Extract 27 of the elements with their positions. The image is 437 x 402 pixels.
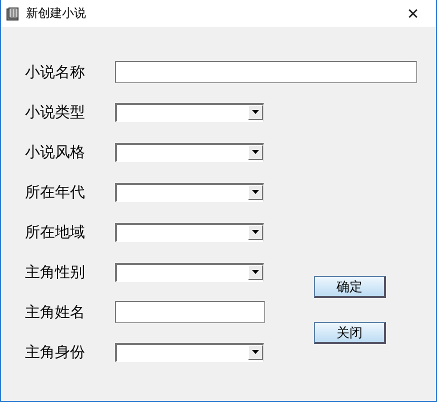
- window-title: 新创建小说: [26, 5, 87, 22]
- close-dialog-button[interactable]: 关闭: [314, 322, 386, 344]
- dropdown[interactable]: [115, 342, 264, 362]
- ok-button[interactable]: 确定: [314, 276, 386, 298]
- caret-icon: [252, 190, 259, 194]
- field-label: 主角姓名: [25, 302, 86, 322]
- field-label: 所在地域: [25, 222, 86, 242]
- caret-icon: [252, 110, 259, 114]
- book-icon: [6, 6, 20, 20]
- text-field[interactable]: [115, 301, 265, 323]
- dropdown[interactable]: [115, 102, 264, 122]
- field-label: 小说风格: [25, 142, 86, 162]
- caret-icon: [252, 150, 259, 154]
- dropdown[interactable]: [115, 182, 264, 202]
- dropdown[interactable]: [115, 262, 264, 282]
- field-label: 小说名称: [25, 62, 86, 82]
- field-label: 所在年代: [25, 182, 86, 202]
- caret-icon: [252, 350, 259, 354]
- caret-icon: [252, 230, 259, 234]
- dropdown[interactable]: [115, 222, 264, 242]
- field-label: 小说类型: [25, 102, 86, 122]
- dropdown[interactable]: [115, 142, 264, 162]
- field-label: 主角身份: [25, 342, 86, 362]
- close-button[interactable]: ✕: [390, 0, 436, 27]
- text-field[interactable]: [115, 61, 417, 83]
- caret-icon: [252, 270, 259, 274]
- field-label: 主角性别: [25, 262, 86, 282]
